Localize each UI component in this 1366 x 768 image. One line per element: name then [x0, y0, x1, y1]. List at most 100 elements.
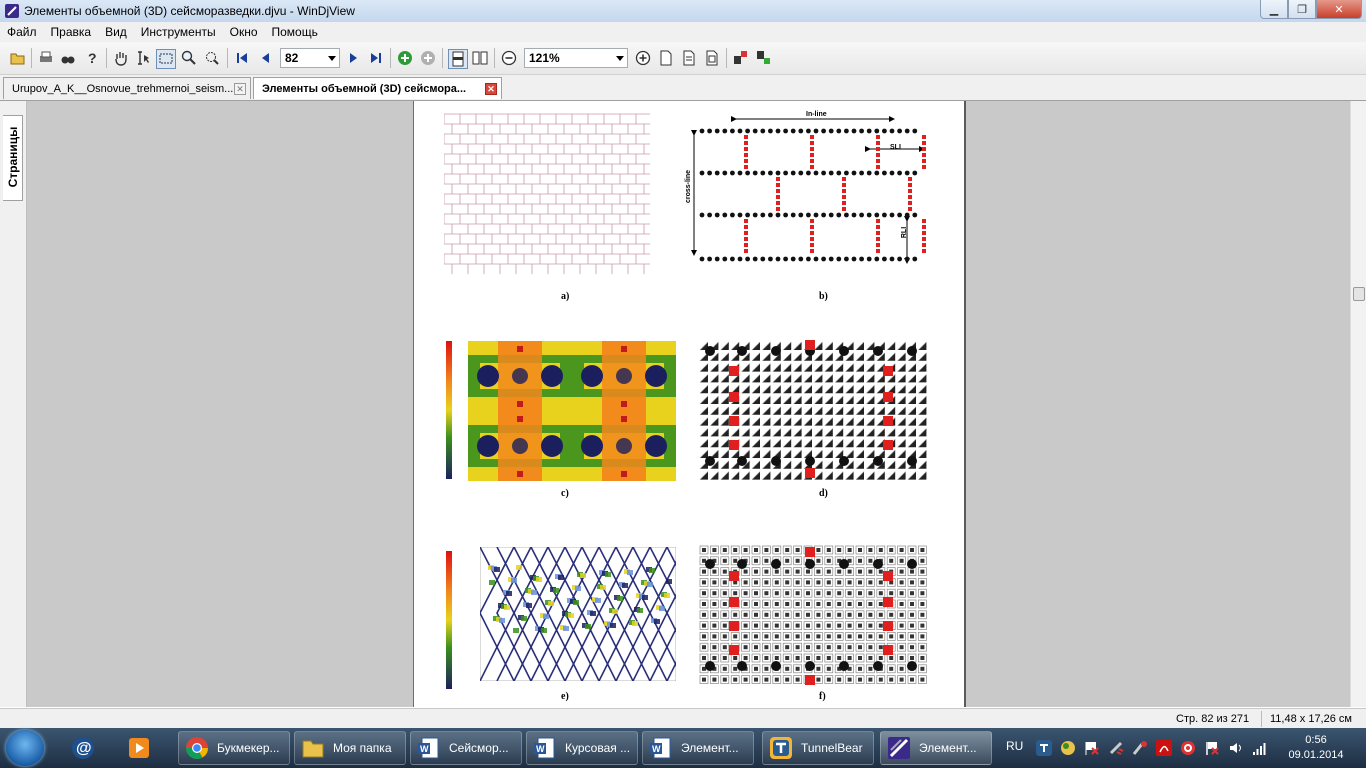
hand-tool-icon[interactable]	[112, 49, 130, 67]
figure-f-bin-grid	[698, 544, 930, 686]
svg-text:W: W	[420, 744, 429, 754]
media-player-pinned[interactable]	[120, 731, 166, 765]
taskbar-item-tunnelbear[interactable]: TunnelBear	[762, 731, 874, 765]
text-select-icon[interactable]	[134, 49, 152, 67]
help-icon[interactable]: ?	[83, 49, 101, 67]
open-icon[interactable]	[9, 49, 27, 67]
print-icon[interactable]	[37, 49, 55, 67]
rect-select-icon[interactable]	[156, 49, 176, 69]
chrome-icon	[186, 737, 208, 759]
status-page-size: 11,48 x 17,26 см	[1270, 713, 1352, 725]
figure-d-azimuth-grid	[698, 339, 930, 481]
target-tray-icon[interactable]	[1180, 740, 1196, 756]
single-page-icon[interactable]	[448, 49, 468, 69]
figure-c-colorbar	[446, 341, 452, 479]
actual-size-icon[interactable]	[703, 49, 721, 67]
folder-icon	[302, 740, 324, 758]
caption-e: e)	[561, 691, 569, 702]
tunnelbear-icon	[770, 737, 792, 759]
menu-tools[interactable]: Инструменты	[134, 25, 223, 39]
chevron-down-icon	[328, 56, 336, 61]
taskbar-item-label: Букмекер...	[217, 741, 280, 755]
caption-d: d)	[819, 488, 828, 499]
language-indicator[interactable]: RU	[1006, 739, 1023, 753]
svg-text:@: @	[76, 740, 92, 757]
document-viewer[interactable]: a) In-line cross-line SLI RLI b) c) d) e…	[27, 101, 1350, 707]
tunnelbear-tray-icon[interactable]	[1036, 740, 1052, 756]
figure-e-colorbar	[446, 551, 452, 689]
taskbar-item-label: Элемент...	[681, 741, 739, 755]
next-page-icon[interactable]	[344, 49, 362, 67]
history-back-icon[interactable]	[396, 49, 414, 67]
taskbar: @ Букмекер... Моя папка W Сейсмор... W К…	[0, 728, 1366, 768]
flag-alert-tray-icon[interactable]	[1204, 740, 1220, 756]
network-tool-tray-icon[interactable]	[1132, 740, 1148, 756]
color-tray-icon[interactable]	[1060, 740, 1076, 756]
tools-tray-icon[interactable]	[1108, 740, 1124, 756]
status-bar: Стр. 82 из 271 11,48 x 17,26 см	[0, 708, 1366, 729]
menu-window[interactable]: Окно	[223, 25, 265, 39]
fit-width-icon[interactable]	[680, 49, 698, 67]
acrobat-tray-icon[interactable]	[1156, 740, 1172, 756]
label-inline: In-line	[806, 111, 827, 118]
taskbar-item-folder[interactable]: Моя папка	[294, 731, 406, 765]
zoom-rect-icon[interactable]	[203, 49, 221, 67]
tab-elements-3d[interactable]: Элементы объемной (3D) сейсмора... ✕	[253, 77, 502, 99]
rotate-left-icon[interactable]	[732, 49, 750, 67]
maximize-button[interactable]: ❐	[1288, 0, 1316, 19]
label-sl: SLI	[890, 144, 901, 151]
pages-panel-label: Страницы	[6, 126, 20, 188]
zoom-in-icon[interactable]	[634, 49, 652, 67]
close-tab-icon[interactable]: ✕	[485, 83, 497, 95]
menu-file[interactable]: Файл	[0, 25, 44, 39]
taskbar-item-windjview[interactable]: Элемент...	[880, 731, 992, 765]
tab-urupov[interactable]: Urupov_A_K__Osnovue_trehmernoi_seism... …	[3, 77, 251, 99]
menu-edit[interactable]: Правка	[44, 25, 99, 39]
flag-tray-icon[interactable]	[1084, 740, 1100, 756]
zoom-out-icon[interactable]	[500, 49, 518, 67]
status-page-info: Стр. 82 из 271	[1176, 713, 1250, 725]
rotate-right-icon[interactable]	[755, 49, 773, 67]
previous-page-icon[interactable]	[257, 49, 275, 67]
scrollbar-thumb[interactable]	[1353, 287, 1365, 301]
taskbar-item-word-1[interactable]: W Сейсмор...	[410, 731, 522, 765]
mail-app-pinned[interactable]: @	[64, 731, 110, 765]
menu-help[interactable]: Помощь	[265, 25, 325, 39]
zoom-icon[interactable]	[180, 49, 198, 67]
label-rl: RLI	[901, 226, 909, 239]
zoom-combo[interactable]: 121%	[524, 48, 628, 68]
history-forward-icon[interactable]	[419, 49, 437, 67]
page-number-combo[interactable]: 82	[280, 48, 340, 68]
minimize-button[interactable]: ▁	[1260, 0, 1288, 19]
taskbar-item-chrome[interactable]: Букмекер...	[178, 731, 290, 765]
taskbar-item-word-2[interactable]: W Курсовая ...	[526, 731, 638, 765]
title-bar: Элементы объемной (3D) сейсморазведки.dj…	[0, 0, 1366, 22]
media-play-icon	[129, 738, 149, 758]
vertical-scrollbar[interactable]	[1350, 101, 1366, 707]
close-tab-icon[interactable]: ✕	[234, 83, 246, 95]
figure-c-fold-heatmap	[468, 341, 676, 481]
fit-page-icon[interactable]	[657, 49, 675, 67]
close-window-button[interactable]: ✕	[1316, 0, 1362, 19]
figure-b-acquisition-layout	[691, 116, 926, 264]
taskbar-item-label: Курсовая ...	[565, 741, 631, 755]
system-tray: RU 0:56 09.01.2014	[1000, 728, 1366, 768]
start-button[interactable]	[6, 730, 44, 766]
facing-pages-icon[interactable]	[471, 49, 489, 67]
signal-bars-icon[interactable]	[1252, 740, 1268, 756]
taskbar-item-label: Сейсмор...	[449, 741, 509, 755]
pages-panel-tab[interactable]: Страницы	[3, 115, 23, 201]
taskbar-item-word-3[interactable]: W Элемент...	[642, 731, 754, 765]
last-page-icon[interactable]	[367, 49, 385, 67]
taskbar-item-label: TunnelBear	[801, 741, 863, 755]
volume-icon[interactable]	[1228, 740, 1244, 756]
label-crossline: cross-line	[685, 169, 693, 204]
chevron-down-icon	[616, 56, 624, 61]
first-page-icon[interactable]	[233, 49, 251, 67]
menu-view[interactable]: Вид	[98, 25, 134, 39]
find-icon[interactable]	[59, 49, 77, 67]
caption-a: a)	[561, 291, 570, 302]
clock[interactable]: 0:56 09.01.2014	[1276, 733, 1356, 763]
page-number-value: 82	[285, 51, 299, 65]
clock-date: 09.01.2014	[1288, 749, 1344, 761]
